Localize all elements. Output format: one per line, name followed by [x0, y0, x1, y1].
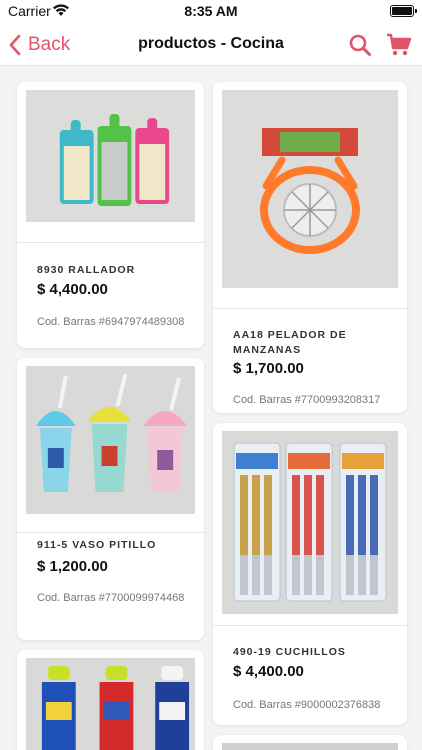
- product-image: [26, 658, 195, 750]
- product-barcode: Cod. Barras #6947974489308: [37, 316, 185, 328]
- product-name: AA18 PELADOR DE MANZANAS: [233, 329, 347, 356]
- product-grid: 8930 RALLADOR $ 4,400.00 Cod. Barras #69…: [0, 67, 422, 750]
- product-card[interactable]: AA18 PELADOR DE MANZANAS $ 1,700.00 Cod.…: [213, 82, 407, 413]
- product-name: 490-19 CUCHILLOS: [233, 646, 346, 658]
- card-divider: [17, 242, 204, 243]
- product-image: [222, 431, 398, 614]
- product-name: 8930 RALLADOR: [37, 264, 136, 276]
- card-divider: [17, 532, 204, 533]
- product-card[interactable]: [213, 735, 407, 750]
- navigation-bar: Back productos - Cocina: [0, 24, 422, 66]
- product-image: [26, 366, 195, 514]
- product-image: [222, 743, 398, 750]
- clock: 8:35 AM: [184, 3, 238, 19]
- product-card[interactable]: [17, 650, 204, 750]
- product-card[interactable]: 490-19 CUCHILLOS $ 4,400.00 Cod. Barras …: [213, 423, 407, 725]
- battery-icon: [390, 5, 417, 17]
- product-name: 911-5 VASO PITILLO: [37, 539, 157, 551]
- card-divider: [213, 625, 407, 626]
- product-price: $ 4,400.00: [233, 663, 304, 680]
- product-barcode: Cod. Barras #9000002376838: [233, 699, 381, 711]
- product-card[interactable]: 8930 RALLADOR $ 4,400.00 Cod. Barras #69…: [17, 82, 204, 348]
- card-divider: [213, 308, 407, 309]
- product-price: $ 1,700.00: [233, 360, 304, 377]
- product-price: $ 4,400.00: [37, 281, 108, 298]
- product-barcode: Cod. Barras #7700993208317: [233, 394, 381, 406]
- product-barcode: Cod. Barras #7700099974468: [37, 592, 185, 604]
- status-bar: Carrier 8:35 AM: [0, 0, 422, 24]
- search-icon[interactable]: [348, 33, 372, 57]
- product-price: $ 1,200.00: [37, 558, 108, 575]
- cart-icon[interactable]: [386, 33, 412, 57]
- product-image: [222, 90, 398, 288]
- product-image: [26, 90, 195, 222]
- product-card[interactable]: 911-5 VASO PITILLO $ 1,200.00 Cod. Barra…: [17, 358, 204, 640]
